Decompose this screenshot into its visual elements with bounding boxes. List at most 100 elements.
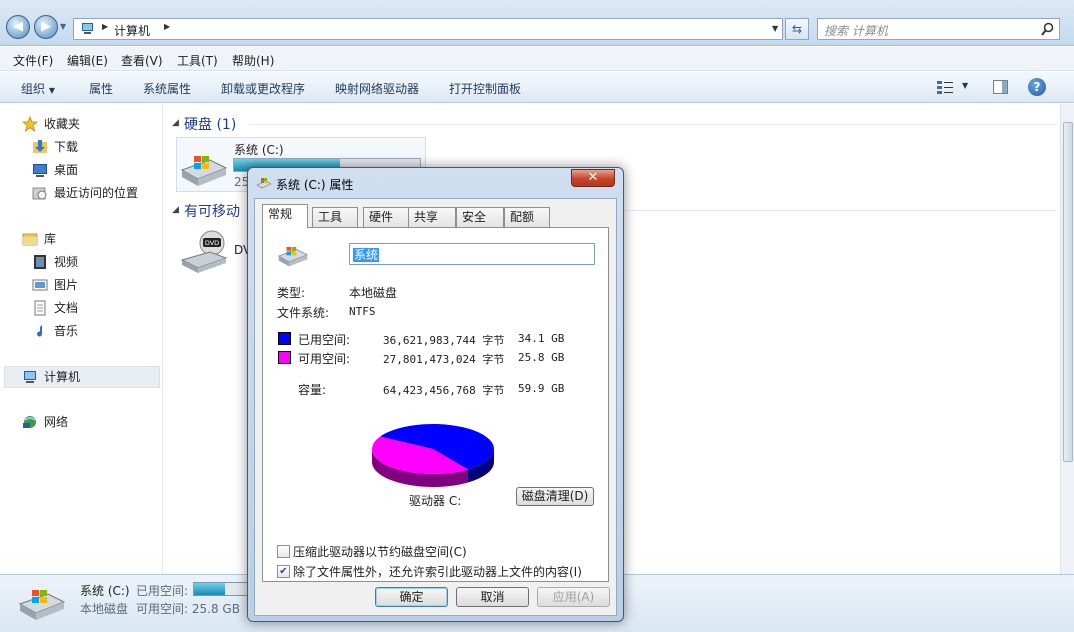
capacity-gb: 59.9 GB	[518, 382, 565, 395]
menu-file[interactable]: 文件(F)	[13, 52, 53, 69]
computer-icon	[24, 371, 36, 383]
details-used-label: 已用空间:	[136, 584, 189, 598]
menu-view[interactable]: 查看(V)	[121, 52, 163, 69]
cancel-button[interactable]: 取消	[456, 587, 529, 607]
vertical-scrollbar[interactable]	[1060, 104, 1074, 574]
nav-music-label: 音乐	[54, 324, 79, 338]
nav-computer-label: 计算机	[44, 370, 81, 384]
details-free-text: 可用空间: 25.8 GB	[136, 602, 240, 616]
downloads-folder-icon	[33, 140, 47, 153]
index-checkbox[interactable]: ✔	[277, 565, 290, 578]
address-box[interactable]: ▶ 计算机 ▶	[73, 18, 783, 40]
nav-computer[interactable]: 计算机	[4, 366, 160, 388]
apply-button[interactable]: 应用(A)	[537, 587, 610, 607]
used-space-bytes: 36,621,983,744 字节	[383, 334, 505, 347]
capacity-label: 容量:	[298, 383, 327, 397]
recent-places-icon	[32, 187, 47, 200]
open-control-panel-button[interactable]: 打开控制面板	[449, 80, 521, 97]
navigation-pane: 收藏夹 下载 桌面 最近访问的位置 库 视频 图片 文档 音乐 计算机 网络	[0, 104, 163, 574]
search-input[interactable]: 搜索 计算机	[824, 22, 888, 39]
nav-pictures-label: 图片	[54, 278, 79, 292]
nav-recent-places-label: 最近访问的位置	[54, 186, 139, 200]
tab-tools[interactable]: 工具	[312, 207, 358, 227]
organize-label: 组织	[21, 82, 46, 96]
free-space-swatch	[278, 351, 291, 364]
breadcrumb-computer[interactable]: 计算机	[114, 22, 150, 39]
separator	[275, 322, 595, 323]
breadcrumb-separator-icon[interactable]: ▶	[102, 22, 108, 31]
filesystem-label: 文件系统:	[277, 306, 330, 320]
tab-sharing[interactable]: 共享	[408, 207, 456, 227]
free-space-gb: 25.8 GB	[518, 351, 565, 364]
type-label: 类型:	[277, 286, 306, 300]
properties-dialog: 系统 (C:) 属性 ✕ 常规 工具 硬件 共享 安全 配额 系统 类型: 本地…	[247, 167, 624, 622]
group-hard-disks[interactable]: 硬盘 (1)	[184, 114, 236, 134]
properties-button[interactable]: 属性	[89, 80, 113, 97]
separator	[275, 274, 595, 275]
drive-c-name[interactable]: 系统 (C:)	[234, 141, 284, 158]
scroll-thumb[interactable]	[1063, 122, 1073, 462]
forward-button[interactable]: ▶	[34, 15, 58, 39]
breadcrumb-separator-icon[interactable]: ▶	[164, 22, 170, 31]
drive-label-selected-text: 系统	[353, 248, 380, 262]
compress-label: 压缩此驱动器以节约磁盘空间(C)	[293, 545, 467, 559]
menu-bar: 文件(F) 编辑(E) 查看(V) 工具(T) 帮助(H)	[0, 47, 1074, 71]
menu-tools[interactable]: 工具(T)	[177, 52, 218, 69]
refresh-button[interactable]: ⇆	[785, 18, 809, 40]
organize-button[interactable]: 组织 ▼	[21, 80, 55, 97]
tab-security[interactable]: 安全	[456, 207, 504, 227]
nav-network-label: 网络	[44, 415, 69, 429]
back-button[interactable]: ◀	[6, 15, 30, 39]
tab-general[interactable]: 常规	[262, 204, 308, 228]
system-properties-button[interactable]: 系统属性	[143, 80, 191, 97]
tab-hardware[interactable]: 硬件	[363, 207, 409, 227]
svg-text:DVD: DVD	[205, 239, 219, 247]
used-space-label: 已用空间:	[298, 333, 351, 347]
search-box[interactable]: 搜索 计算机	[817, 18, 1060, 40]
drive-label-input[interactable]: 系统	[349, 243, 595, 265]
dialog-title: 系统 (C:) 属性	[276, 178, 354, 192]
used-space-swatch	[278, 332, 291, 345]
help-icon[interactable]: ?	[1028, 78, 1046, 96]
view-options-icon[interactable]	[937, 80, 953, 94]
collapse-arrow-icon[interactable]: ◢	[172, 118, 179, 128]
filesystem-value: NTFS	[349, 305, 376, 318]
nav-documents-label: 文档	[54, 301, 79, 315]
recent-pages-dropdown-icon[interactable]: ▼	[60, 22, 66, 31]
dvd-drive-icon[interactable]: DVD	[180, 230, 228, 274]
dialog-body: 常规 工具 硬件 共享 安全 配额 系统 类型: 本地磁盘 文件系统: NTFS…	[254, 198, 617, 616]
ok-button[interactable]: 确定	[375, 587, 448, 607]
separator	[275, 371, 595, 372]
close-button[interactable]: ✕	[571, 169, 615, 187]
tab-quota[interactable]: 配额	[504, 207, 550, 227]
documents-icon	[34, 300, 46, 316]
nav-downloads-label: 下载	[54, 140, 79, 154]
menu-edit[interactable]: 编辑(E)	[67, 52, 108, 69]
search-icon[interactable]	[1041, 22, 1054, 36]
details-drive-type: 本地磁盘	[80, 602, 129, 616]
desktop-icon	[33, 164, 47, 177]
hard-drive-icon	[180, 156, 228, 186]
compress-checkbox[interactable]	[277, 545, 290, 558]
address-dropdown-icon[interactable]: ▼	[772, 24, 778, 33]
type-value: 本地磁盘	[349, 286, 398, 300]
nav-videos-label: 视频	[54, 255, 79, 269]
used-space-gb: 34.1 GB	[518, 332, 565, 345]
uninstall-program-button[interactable]: 卸载或更改程序	[221, 80, 305, 97]
collapse-arrow-icon[interactable]: ◢	[172, 205, 179, 215]
menu-help[interactable]: 帮助(H)	[232, 52, 274, 69]
drive-caption: 驱动器 C:	[409, 494, 462, 508]
dropdown-arrow-icon: ▼	[48, 86, 55, 95]
hard-drive-icon	[277, 246, 309, 267]
group-removable[interactable]: 有可移动	[184, 201, 240, 221]
music-icon	[37, 325, 43, 337]
command-bar: 组织 ▼ 属性 系统属性 卸载或更改程序 映射网络驱动器 打开控制面板 ▼ ?	[0, 72, 1074, 103]
network-icon	[23, 416, 36, 428]
map-network-drive-button[interactable]: 映射网络驱动器	[335, 80, 419, 97]
index-label: 除了文件属性外，还允许索引此驱动器上文件的内容(I)	[293, 565, 582, 579]
disk-cleanup-button[interactable]: 磁盘清理(D)	[516, 487, 594, 506]
pictures-icon	[32, 279, 48, 291]
view-dropdown-icon[interactable]: ▼	[962, 81, 968, 90]
preview-pane-icon[interactable]	[993, 80, 1008, 94]
nav-libraries-label: 库	[44, 232, 57, 246]
